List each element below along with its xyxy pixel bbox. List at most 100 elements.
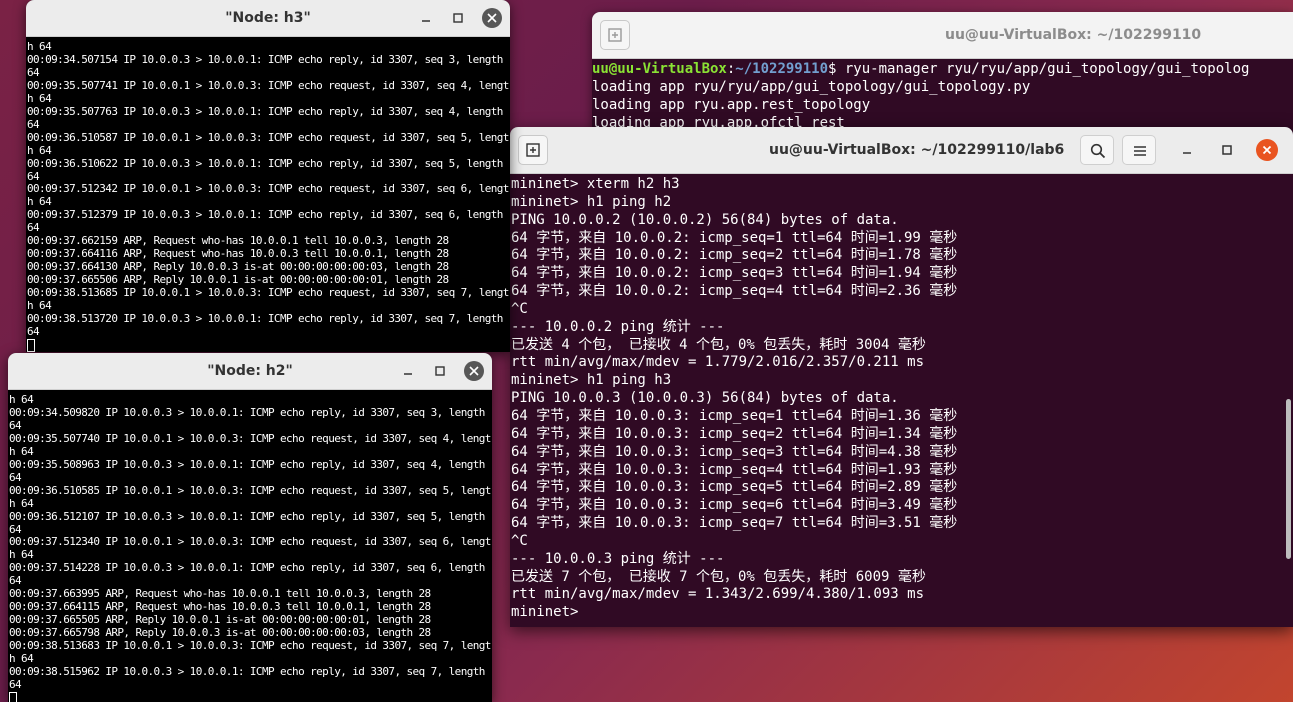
xterm-h2-line: 00:09:37.664115 ARP, Request who-has 10.… (9, 600, 431, 614)
xterm-h3-line: 00:09:37.512379 IP 10.0.0.3 > 10.0.0.1: … (27, 208, 503, 222)
xterm-h2-line: 00:09:37.663995 ARP, Request who-has 10.… (9, 587, 431, 601)
maximize-icon[interactable] (431, 362, 449, 380)
xterm-h2-line: 00:09:35.507740 IP 10.0.0.1 > 10.0.0.3: … (9, 431, 491, 445)
maximize-icon[interactable] (1217, 140, 1237, 160)
xterm-h2-line: 64 (9, 677, 22, 691)
hamburger-menu-icon (1134, 146, 1146, 156)
xterm-h3-line: h 64 (27, 195, 52, 209)
minimize-icon[interactable] (399, 362, 417, 380)
minimize-icon[interactable] (417, 9, 435, 27)
xterm-h3-line: h 64 (27, 299, 52, 313)
xterm-h3-line: 00:09:37.664130 ARP, Reply 10.0.0.3 is-a… (27, 260, 449, 274)
xterm-h2-window[interactable]: "Node: h2" h 64 00:09:34.509820 IP 10.0.… (8, 353, 492, 702)
front-terminal-line: 64 字节，来自 10.0.0.3: icmp_seq=5 ttl=64 时间=… (511, 479, 958, 496)
xterm-h3-line: 00:09:35.507763 IP 10.0.0.3 > 10.0.0.1: … (27, 104, 503, 118)
xterm-h3-line: 00:09:38.513685 IP 10.0.0.1 > 10.0.0.3: … (27, 286, 509, 300)
back-terminal-output[interactable]: uu@uu-VirtualBox:~/102299110$ ryu-manage… (592, 59, 1293, 132)
xterm-h2-titlebar[interactable]: "Node: h2" (8, 353, 492, 390)
xterm-h3-close-button[interactable] (482, 8, 502, 28)
front-terminal-line: 已发送 4 个包， 已接收 4 个包，0% 包丢失，耗时 3004 毫秒 (511, 336, 926, 353)
front-terminal-line: mininet> h1 ping h3 (511, 372, 672, 389)
front-terminal-scrollbar[interactable] (1286, 399, 1291, 559)
xterm-h2-close-button[interactable] (464, 361, 484, 381)
xterm-h2-line: 00:09:36.512107 IP 10.0.0.3 > 10.0.0.1: … (9, 509, 485, 523)
front-terminal-line: 64 字节，来自 10.0.0.2: icmp_seq=3 ttl=64 时间=… (511, 265, 958, 282)
close-icon (1262, 145, 1272, 155)
prompt-user: uu@uu-VirtualBox (592, 61, 727, 77)
back-terminal-line: loading app ryu/ryu/app/gui_topology/gui… (592, 78, 1031, 95)
xterm-h2-line: 00:09:37.512340 IP 10.0.0.1 > 10.0.0.3: … (9, 535, 491, 549)
front-terminal-line: PING 10.0.0.3 (10.0.0.3) 56(84) bytes of… (511, 390, 899, 407)
close-icon (469, 366, 479, 376)
xterm-h2-line: h 64 (9, 548, 34, 562)
xterm-h3-line: 00:09:36.510587 IP 10.0.0.1 > 10.0.0.3: … (27, 130, 509, 144)
xterm-h3-line: 00:09:37.662159 ARP, Request who-has 10.… (27, 234, 449, 248)
xterm-h2-line: 00:09:37.665505 ARP, Reply 10.0.0.1 is-a… (9, 613, 431, 627)
xterm-h2-title: "Node: h2" (207, 363, 293, 379)
xterm-h3-titlebar[interactable]: "Node: h3" (26, 0, 510, 37)
xterm-h3-line: h 64 (27, 143, 52, 157)
front-terminal-line: --- 10.0.0.3 ping 统计 --- (511, 550, 725, 567)
search-button[interactable] (1080, 135, 1114, 165)
minimize-icon[interactable] (1177, 140, 1197, 160)
front-terminal-output[interactable]: mininet> xterm h2 h3 mininet> h1 ping h2… (510, 174, 1293, 622)
xterm-h2-line: 00:09:35.508963 IP 10.0.0.3 > 10.0.0.1: … (9, 457, 485, 471)
maximize-icon[interactable] (449, 9, 467, 27)
xterm-h2-line: 00:09:38.515962 IP 10.0.0.3 > 10.0.0.1: … (9, 665, 485, 679)
xterm-h2-line: h 64 (9, 393, 34, 406)
prompt-path: ~/102299110 (735, 61, 829, 77)
back-terminal-lines: loading app ryu/ryu/app/gui_topology/gui… (592, 79, 1030, 131)
prompt-command: $ ryu-manager ryu/ryu/app/gui_topology/g… (828, 61, 1250, 77)
xterm-h2-line: h 64 (9, 496, 34, 510)
front-terminal-line: 64 字节，来自 10.0.0.3: icmp_seq=1 ttl=64 时间=… (511, 407, 958, 424)
xterm-h3-line: 64 (27, 169, 40, 183)
front-terminal-line: mininet> h1 ping h2 (511, 193, 672, 210)
xterm-h3-line: 00:09:36.510622 IP 10.0.0.3 > 10.0.0.1: … (27, 156, 503, 170)
front-terminal-line: 64 字节，来自 10.0.0.2: icmp_seq=1 ttl=64 时间=… (511, 229, 958, 246)
xterm-h2-lines: h 64 00:09:34.509820 IP 10.0.0.3 > 10.0.… (9, 393, 491, 691)
back-terminal-titlebar[interactable]: uu@uu-VirtualBox: ~/102299110 (592, 12, 1293, 59)
xterm-h2-line: 64 (9, 418, 22, 432)
xterm-h2-line: 64 (9, 470, 22, 484)
front-terminal-line: 已发送 7 个包， 已接收 7 个包，0% 包丢失，耗时 6009 毫秒 (511, 568, 926, 585)
front-new-tab-button[interactable] (518, 135, 548, 165)
front-terminal-line: 64 字节，来自 10.0.0.2: icmp_seq=4 ttl=64 时间=… (511, 283, 958, 300)
xterm-h2-line: 00:09:34.509820 IP 10.0.0.3 > 10.0.0.1: … (9, 405, 485, 419)
front-terminal-line: mininet> (511, 604, 587, 621)
xterm-h3-line: 64 (27, 324, 40, 338)
front-terminal-line: 64 字节，来自 10.0.0.3: icmp_seq=6 ttl=64 时间=… (511, 497, 958, 514)
xterm-h2-line: 00:09:38.513683 IP 10.0.0.1 > 10.0.0.3: … (9, 639, 491, 653)
xterm-h2-line: 00:09:36.510585 IP 10.0.0.1 > 10.0.0.3: … (9, 483, 491, 497)
xterm-h3-line: 64 (27, 221, 40, 235)
menu-button[interactable] (1122, 135, 1156, 165)
xterm-h2-line: 00:09:37.665798 ARP, Reply 10.0.0.3 is-a… (9, 626, 431, 640)
front-close-button[interactable] (1256, 139, 1278, 161)
xterm-h3-line: 00:09:35.507741 IP 10.0.0.1 > 10.0.0.3: … (27, 78, 509, 92)
xterm-h3-line: 00:09:38.513720 IP 10.0.0.3 > 10.0.0.1: … (27, 312, 503, 326)
text-cursor (9, 691, 17, 702)
text-cursor (27, 338, 35, 352)
front-terminal-line: ^C (511, 532, 528, 549)
new-tab-icon (526, 143, 540, 157)
xterm-h3-line: 00:09:34.507154 IP 10.0.0.3 > 10.0.0.1: … (27, 52, 503, 66)
xterm-h2-line: 64 (9, 522, 22, 536)
back-new-tab-button[interactable] (600, 20, 630, 50)
xterm-h3-line: 64 (27, 117, 40, 131)
xterm-h3-window[interactable]: "Node: h3" h 64 00:09:34.507154 IP 10.0.… (26, 0, 510, 352)
back-terminal-window[interactable]: uu@uu-VirtualBox: ~/102299110 uu@uu-Virt… (592, 12, 1293, 142)
front-terminal-line: ^C (511, 300, 528, 317)
back-terminal-title: uu@uu-VirtualBox: ~/102299110 (945, 27, 1202, 43)
xterm-h3-line: h 64 (27, 40, 52, 53)
xterm-h2-line: 00:09:37.514228 IP 10.0.0.3 > 10.0.0.1: … (9, 561, 485, 575)
front-terminal-window[interactable]: uu@uu-VirtualBox: ~/102299110/lab6 minin… (510, 127, 1293, 627)
front-terminal-titlebar[interactable]: uu@uu-VirtualBox: ~/102299110/lab6 (510, 127, 1293, 174)
new-tab-icon (608, 28, 622, 42)
front-terminal-line: PING 10.0.0.2 (10.0.0.2) 56(84) bytes of… (511, 211, 899, 228)
front-terminal-line: 64 字节，来自 10.0.0.2: icmp_seq=2 ttl=64 时间=… (511, 247, 958, 264)
front-terminal-line: 64 字节，来自 10.0.0.3: icmp_seq=3 ttl=64 时间=… (511, 443, 958, 460)
xterm-h3-output[interactable]: h 64 00:09:34.507154 IP 10.0.0.3 > 10.0.… (26, 37, 510, 352)
close-icon (487, 13, 497, 23)
xterm-h2-output[interactable]: h 64 00:09:34.509820 IP 10.0.0.3 > 10.0.… (8, 390, 492, 702)
back-terminal-line: loading app ryu.app.rest_topology (592, 96, 871, 113)
front-terminal-line: --- 10.0.0.2 ping 统计 --- (511, 318, 725, 335)
